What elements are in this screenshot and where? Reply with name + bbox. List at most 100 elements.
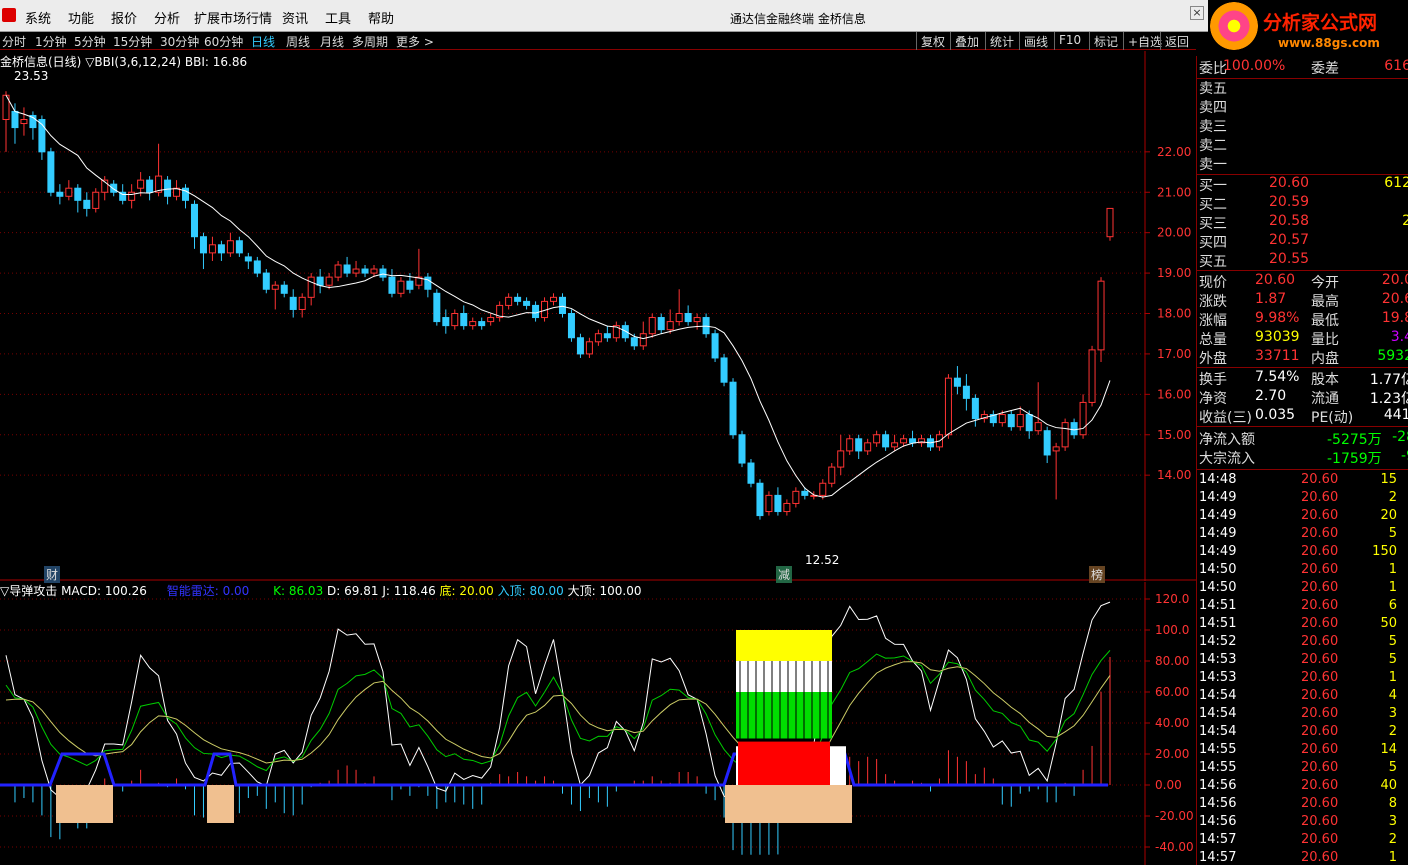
candle-body[interactable]	[56, 191, 64, 197]
period-0[interactable]: 分时	[2, 33, 26, 50]
candle-body[interactable]	[199, 236, 207, 254]
candle-body[interactable]	[1025, 414, 1033, 432]
toolbar-button-3[interactable]: 画线	[1019, 32, 1052, 50]
toolbar-button-0[interactable]: 复权	[916, 32, 949, 50]
candle-body[interactable]	[262, 272, 270, 290]
candle-body[interactable]	[92, 191, 100, 209]
candle-body[interactable]	[164, 179, 172, 197]
menu-quote[interactable]: 报价	[111, 8, 137, 27]
candle-body[interactable]	[738, 434, 746, 464]
candle-body[interactable]	[792, 490, 800, 504]
candle-body[interactable]	[397, 280, 405, 294]
period-2[interactable]: 5分钟	[74, 33, 106, 50]
candle-body[interactable]	[244, 256, 252, 262]
candlestick-chart[interactable]: 22.00 21.00 20.00 19.00 18.00 17.00 16.00 15.00…	[0, 51, 1196, 581]
candle-body[interactable]	[953, 377, 961, 387]
candle-body[interactable]	[469, 321, 477, 327]
toolbar-button-5[interactable]: 标记	[1089, 32, 1122, 50]
candle-body[interactable]	[433, 292, 441, 323]
candle-body[interactable]	[621, 325, 629, 339]
candle-body[interactable]	[137, 179, 145, 189]
close-icon[interactable]: ×	[1190, 6, 1204, 20]
candle-body[interactable]	[334, 264, 342, 278]
candle-body[interactable]	[514, 296, 522, 302]
candle-body[interactable]	[684, 313, 692, 323]
candle-body[interactable]	[110, 183, 118, 193]
candle-body[interactable]	[585, 341, 593, 355]
candle-body[interactable]	[388, 276, 396, 294]
period-5[interactable]: 60分钟	[204, 33, 243, 50]
candle-body[interactable]	[1088, 349, 1096, 403]
candle-body[interactable]	[855, 438, 863, 452]
period-4[interactable]: 30分钟	[160, 33, 199, 50]
indicator-chart[interactable]: 120.0 100.0 80.00 60.00 40.00 20.00 0.00 -20.00…	[0, 582, 1196, 865]
candle-body[interactable]	[208, 244, 216, 254]
candle-body[interactable]	[128, 191, 136, 201]
candle-body[interactable]	[639, 333, 647, 347]
candle-body[interactable]	[819, 482, 827, 496]
menu-help[interactable]: 帮助	[368, 8, 394, 27]
candle-body[interactable]	[316, 276, 324, 286]
period-7[interactable]: 周线	[286, 33, 310, 50]
candle-body[interactable]	[1079, 401, 1087, 436]
candle-body[interactable]	[523, 300, 531, 306]
period-1[interactable]: 1分钟	[35, 33, 67, 50]
period-3[interactable]: 15分钟	[113, 33, 152, 50]
candle-body[interactable]	[226, 240, 234, 254]
candle-body[interactable]	[352, 268, 360, 274]
candle-body[interactable]	[406, 280, 414, 290]
candle-body[interactable]	[962, 385, 970, 399]
candle-body[interactable]	[675, 313, 683, 323]
candle-body[interactable]	[1061, 422, 1069, 448]
candle-body[interactable]	[442, 317, 450, 327]
candle-body[interactable]	[307, 276, 315, 298]
candle-body[interactable]	[666, 321, 674, 331]
tag-finance[interactable]: 财	[44, 566, 61, 583]
menu-news[interactable]: 资讯	[282, 8, 308, 27]
candle-body[interactable]	[20, 119, 28, 125]
candle-body[interactable]	[648, 317, 656, 335]
candle-body[interactable]	[558, 296, 566, 314]
candle-body[interactable]	[235, 240, 243, 254]
candle-body[interactable]	[594, 333, 602, 343]
candle-body[interactable]	[289, 296, 297, 310]
menu-system[interactable]: 系统	[25, 8, 51, 27]
candle-body[interactable]	[190, 203, 198, 238]
candle-body[interactable]	[729, 381, 737, 436]
candle-body[interactable]	[944, 377, 952, 436]
menu-extended-market[interactable]: 扩展市场行情	[194, 8, 272, 27]
candle-body[interactable]	[478, 321, 486, 327]
candle-body[interactable]	[1043, 430, 1051, 456]
menu-function[interactable]: 功能	[68, 8, 94, 27]
candle-body[interactable]	[971, 397, 979, 420]
candle-body[interactable]	[1052, 446, 1060, 452]
candle-body[interactable]	[765, 494, 773, 513]
candle-body[interactable]	[864, 442, 872, 452]
candle-body[interactable]	[487, 317, 495, 323]
candle-body[interactable]	[271, 284, 279, 290]
indicator-name[interactable]: ▽导弹攻击	[0, 584, 57, 598]
menu-analysis[interactable]: 分析	[154, 8, 180, 27]
candle-body[interactable]	[343, 264, 351, 274]
candle-body[interactable]	[47, 151, 55, 193]
candle-body[interactable]	[451, 313, 459, 327]
candle-body[interactable]	[325, 276, 333, 286]
candle-body[interactable]	[460, 313, 468, 327]
candle-body[interactable]	[603, 333, 611, 339]
candle-body[interactable]	[576, 337, 584, 355]
candle-body[interactable]	[567, 313, 575, 339]
candle-body[interactable]	[774, 494, 782, 513]
candle-body[interactable]	[253, 260, 261, 274]
period-6[interactable]: 日线	[251, 33, 275, 50]
candle-body[interactable]	[720, 357, 728, 383]
period-8[interactable]: 月线	[320, 33, 344, 50]
candle-body[interactable]	[873, 434, 881, 444]
candle-body[interactable]	[550, 296, 558, 302]
toolbar-button-2[interactable]: 统计	[985, 32, 1018, 50]
candle-body[interactable]	[11, 110, 19, 129]
candle-body[interactable]	[1097, 280, 1105, 351]
candle-body[interactable]	[837, 450, 845, 468]
toolbar-button-7[interactable]: 返回	[1160, 32, 1193, 50]
candle-body[interactable]	[1016, 414, 1024, 428]
toolbar-button-1[interactable]: 叠加	[950, 32, 983, 50]
